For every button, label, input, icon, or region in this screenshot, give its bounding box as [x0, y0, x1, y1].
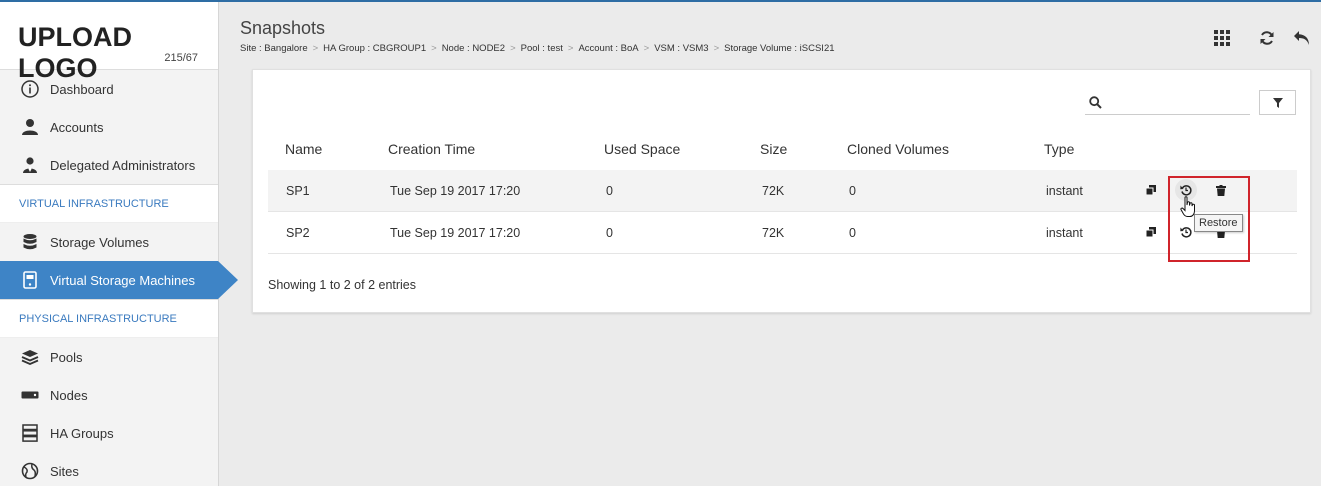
layers-icon: [20, 347, 40, 367]
user-icon: [20, 117, 40, 137]
search-input[interactable]: [1110, 95, 1245, 109]
stack-icon: [20, 423, 40, 443]
breadcrumb-item-vsm[interactable]: VSM : VSM3: [654, 43, 708, 54]
breadcrumb-separator: >: [567, 43, 574, 54]
column-header-type[interactable]: Type: [1044, 141, 1074, 157]
cell-name: SP2: [286, 226, 310, 240]
breadcrumb: Site : Bangalore > HA Group : CBGROUP1 > N…: [240, 43, 835, 54]
logo: UPLOAD LOGO 215/67: [0, 2, 218, 83]
globe-icon: [20, 461, 40, 481]
restore-tooltip: Restore: [1194, 214, 1243, 232]
breadcrumb-separator: >: [510, 43, 516, 54]
sidebar: UPLOAD LOGO 215/67 Dashboard Accounts De…: [0, 2, 238, 486]
database-icon: [20, 232, 40, 252]
sidebar-item-ha-groups[interactable]: HA Groups: [0, 414, 218, 452]
section-virtual-infrastructure: VIRTUAL INFRASTRUCTURE: [0, 184, 218, 223]
sidebar-item-storage-volumes[interactable]: Storage Volumes: [0, 223, 218, 261]
cell-cloned-volumes: 0: [849, 226, 856, 240]
table-info: Showing 1 to 2 of 2 entries: [268, 278, 417, 292]
clone-icon[interactable]: [1143, 182, 1159, 198]
clone-icon[interactable]: [1143, 224, 1159, 240]
sidebar-item-accounts[interactable]: Accounts: [0, 108, 218, 146]
column-header-used-space[interactable]: Used Space: [604, 141, 680, 157]
breadcrumb-separator: >: [643, 43, 650, 54]
logo-sub: 215/67: [164, 52, 198, 64]
sidebar-item-label: Virtual Storage Machines: [50, 272, 196, 288]
cell-creation-time: Tue Sep 19 2017 17:20: [390, 226, 521, 240]
breadcrumb-item-node[interactable]: Node : NODE2: [442, 43, 505, 54]
sidebar-item-label: Delegated Administrators: [50, 157, 196, 173]
sidebar-item-label: Pools: [50, 349, 83, 365]
filter-icon: [1272, 97, 1283, 108]
breadcrumb-separator: >: [431, 43, 437, 54]
cell-type: instant: [1046, 226, 1083, 240]
sidebar-item-label: Sites: [50, 463, 79, 479]
refresh-icon[interactable]: [1257, 28, 1277, 48]
cell-creation-time: Tue Sep 19 2017 17:20: [390, 184, 521, 198]
sidebar-item-label: Storage Volumes: [50, 234, 150, 250]
column-header-name[interactable]: Name: [285, 141, 322, 157]
server-icon: [20, 385, 40, 405]
column-header-cloned-volumes[interactable]: Cloned Volumes: [847, 141, 949, 157]
sidebar-item-pools[interactable]: Pools: [0, 338, 218, 376]
sidebar-item-label: HA Groups: [50, 425, 114, 441]
section-physical-infrastructure: PHYSICAL INFRASTRUCTURE: [0, 299, 218, 338]
sidebar-item-delegated-administrators[interactable]: Delegated Administrators: [0, 146, 218, 184]
cell-cloned-volumes: 0: [849, 184, 856, 198]
breadcrumb-separator: >: [713, 43, 720, 54]
filter-button[interactable]: [1259, 90, 1296, 115]
cell-used-space: 0: [606, 226, 613, 240]
info-icon: [20, 79, 40, 99]
breadcrumb-item-account[interactable]: Account : BoA: [578, 43, 638, 54]
breadcrumb-item-ha-group[interactable]: HA Group : CBGROUP1: [323, 43, 426, 54]
sidebar-item-virtual-storage-machines[interactable]: Virtual Storage Machines: [0, 261, 238, 299]
hand-cursor-icon: [1180, 196, 1196, 223]
sidebar-item-dashboard[interactable]: Dashboard: [0, 70, 218, 108]
column-header-size[interactable]: Size: [760, 141, 787, 157]
cell-size: 72K: [762, 184, 785, 198]
sidebar-item-label: Nodes: [50, 387, 88, 403]
back-icon[interactable]: [1292, 28, 1312, 48]
grid-icon[interactable]: [1212, 28, 1232, 48]
cell-used-space: 0: [606, 184, 613, 198]
search-icon: [1089, 95, 1102, 109]
cell-type: instant: [1046, 184, 1083, 198]
sidebar-item-sites[interactable]: Sites: [0, 452, 218, 486]
cell-name: SP1: [286, 184, 310, 198]
cell-size: 72K: [762, 226, 785, 240]
sidebar-item-nodes[interactable]: Nodes: [0, 376, 218, 414]
search-box: [1085, 90, 1250, 115]
breadcrumb-item-storage-volume[interactable]: Storage Volume : iSCSI21: [724, 43, 834, 54]
column-header-creation-time[interactable]: Creation Time: [388, 141, 475, 157]
page-title: Snapshots: [240, 18, 326, 38]
table-row: SP2 Tue Sep 19 2017 17:20 0 72K 0 instan…: [268, 212, 1297, 254]
sidebar-item-label: Accounts: [50, 119, 104, 135]
snapshots-card: Name Creation Time Used Space Size Clone…: [252, 69, 1311, 313]
breadcrumb-item-site[interactable]: Site : Bangalore: [240, 43, 308, 54]
active-indicator: [218, 261, 238, 299]
table-header: Name Creation Time Used Space Size Clone…: [268, 138, 1297, 170]
admin-icon: [20, 155, 40, 175]
vsm-icon: [20, 270, 40, 290]
breadcrumb-separator: >: [312, 43, 319, 54]
sidebar-item-label: Dashboard: [50, 81, 114, 97]
breadcrumb-item-pool[interactable]: Pool : test: [521, 43, 563, 54]
table-row: SP1 Tue Sep 19 2017 17:20 0 72K 0 instan…: [268, 170, 1297, 212]
